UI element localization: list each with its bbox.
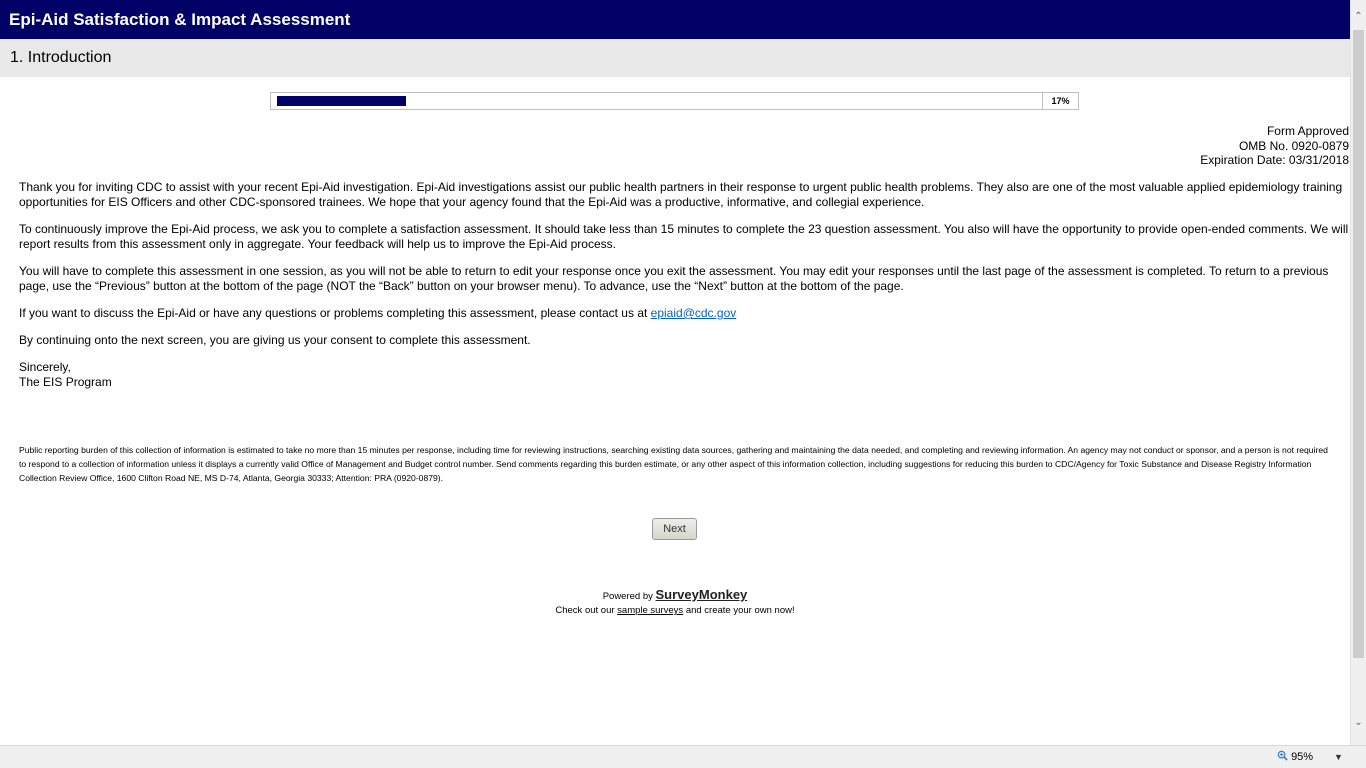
- powered-line: Powered by SurveyMonkey: [500, 588, 850, 604]
- zoom-level: 95%: [1291, 751, 1314, 763]
- intro-paragraph-4: If you want to discuss the Epi-Aid or ha…: [19, 306, 1349, 321]
- intro-paragraph-5: By continuing onto the next screen, you …: [19, 333, 531, 347]
- omb-notice: Form Approved OMB No. 0920-0879 Expirati…: [1200, 124, 1349, 168]
- powered-by-footer: Powered by SurveyMonkey Check out our sa…: [500, 588, 850, 618]
- progress-bar: 17%: [270, 92, 1079, 110]
- magnifier-icon: [1277, 750, 1288, 761]
- powered-by-text: Powered by: [602, 591, 653, 602]
- signature-text: The EIS Program: [19, 375, 112, 389]
- progress-fill: [277, 96, 406, 106]
- intro-paragraph-2: To continuously improve the Epi-Aid proc…: [19, 222, 1349, 251]
- intro-paragraph-1: Thank you for inviting CDC to assist wit…: [19, 180, 1343, 209]
- intro-text: Thank you for inviting CDC to assist wit…: [19, 180, 1349, 402]
- page-viewport: Epi-Aid Satisfaction & Impact Assessment…: [0, 0, 1350, 745]
- vertical-scrollbar[interactable]: ⌃ ⌄: [1350, 0, 1366, 745]
- scroll-thumb[interactable]: [1353, 30, 1364, 658]
- expiration-date: Expiration Date: 03/31/2018: [1200, 153, 1349, 167]
- survey-title: Epi-Aid Satisfaction & Impact Assessment: [0, 0, 1350, 39]
- page-heading: 1. Introduction: [0, 39, 1350, 77]
- signoff: Sincerely, The EIS Program: [19, 360, 1349, 390]
- surveymonkey-logo-link[interactable]: SurveyMonkey: [656, 587, 748, 602]
- scroll-down-icon[interactable]: ⌄: [1351, 714, 1366, 731]
- next-button[interactable]: Next: [652, 518, 697, 540]
- check-out-text: Check out our: [555, 605, 615, 616]
- check-out-line: Check out our sample surveys and create …: [500, 604, 850, 618]
- progress-track: [271, 93, 1043, 109]
- progress-percent: 17%: [1051, 96, 1070, 106]
- contact-text: If you want to discuss the Epi-Aid or ha…: [19, 306, 651, 320]
- sample-surveys-link[interactable]: sample surveys: [617, 605, 683, 616]
- form-approved-text: Form Approved: [1266, 124, 1349, 138]
- contact-email-link[interactable]: epiaid@cdc.gov: [651, 306, 737, 320]
- zoom-dropdown-icon[interactable]: ▼: [1334, 749, 1343, 765]
- burden-disclaimer: Public reporting burden of this collecti…: [19, 445, 1328, 483]
- omb-number: OMB No. 0920-0879: [1238, 138, 1349, 153]
- create-own-text: and create your own now!: [685, 605, 795, 616]
- intro-paragraph-3: You will have to complete this assessmen…: [19, 264, 1329, 293]
- status-bar: 95% ▼: [0, 745, 1366, 768]
- closing-text: Sincerely,: [19, 360, 71, 374]
- scroll-up-icon[interactable]: ⌃: [1351, 8, 1366, 25]
- zoom-control[interactable]: 95%: [1277, 749, 1313, 765]
